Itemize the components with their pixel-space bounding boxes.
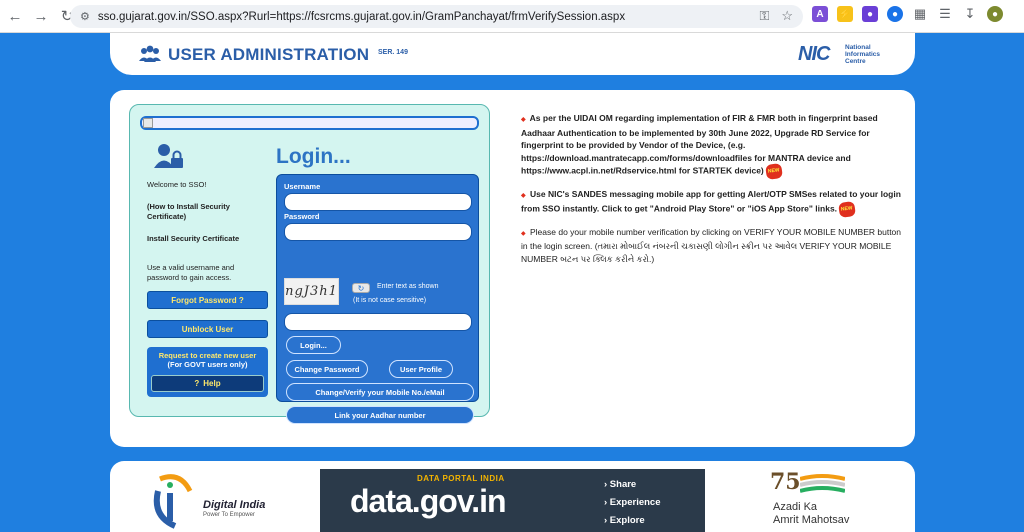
broken-banner-image: [140, 116, 479, 130]
download-icon[interactable]: ↧: [962, 6, 978, 22]
bookmark-star-icon[interactable]: ☆: [781, 8, 793, 24]
extension-a-icon[interactable]: A: [812, 6, 828, 22]
share-link[interactable]: › Share: [604, 479, 636, 490]
data-portal-label: DATA PORTAL INDIA: [417, 474, 505, 483]
request-user-link[interactable]: Request to create new user: [147, 351, 268, 360]
digital-india-logo-icon[interactable]: [150, 471, 200, 529]
change-password-button[interactable]: Change Password: [286, 360, 368, 378]
question-icon: ?: [194, 379, 200, 388]
extensions-area: A ⚡ ● ● ▦ ☰ ↧ ●: [812, 6, 1003, 22]
amrit-line2: Amrit Mahotsav: [773, 514, 850, 526]
extension-circle-icon[interactable]: ●: [887, 6, 903, 22]
site-info-icon[interactable]: ⚙: [80, 10, 90, 23]
password-input[interactable]: [284, 223, 472, 241]
captcha-image: ngJ3h1: [284, 278, 339, 305]
notice-item[interactable]: ◆ As per the UIDAI OM regarding implemen…: [521, 112, 903, 180]
nic-line2: Informatics: [845, 51, 881, 58]
amrit-75-text: 75: [770, 469, 801, 495]
browser-toolbar: ← → ↻ ⚙ sso.gujarat.gov.in/SSO.aspx?Rurl…: [0, 0, 1024, 33]
data-gov-logo: data.gov.in: [350, 483, 507, 519]
install-cert-help-link[interactable]: (How to Install Security Certificate): [147, 202, 257, 222]
govt-only-note: (For GOVT users only): [167, 360, 248, 369]
forward-icon[interactable]: →: [30, 5, 52, 27]
address-bar[interactable]: ⚙ sso.gujarat.gov.in/SSO.aspx?Rurl=https…: [70, 5, 803, 28]
login-button[interactable]: Login...: [286, 336, 341, 354]
explore-link[interactable]: › Explore: [604, 515, 645, 526]
nic-logo: NIC: [798, 43, 830, 65]
captcha-refresh-icon[interactable]: ↻: [352, 283, 370, 293]
username-label: Username: [284, 182, 321, 191]
profile-avatar[interactable]: ●: [987, 6, 1003, 22]
help-button[interactable]: ? Help: [151, 375, 264, 392]
back-icon[interactable]: ←: [4, 5, 26, 27]
login-form: Username Password ngJ3h1 ↻ Enter text as…: [276, 174, 479, 424]
unblock-user-button[interactable]: Unblock User: [147, 320, 268, 338]
server-label: SER. 149: [378, 49, 408, 56]
new-badge: NEW: [765, 162, 783, 180]
broken-image-icon: [143, 118, 153, 128]
extension-drop-icon[interactable]: ●: [862, 6, 878, 22]
new-badge: NEW: [838, 200, 857, 218]
bullet-icon: ◆: [521, 117, 526, 123]
bullet-icon: ◆: [521, 192, 526, 199]
nic-logo-text: National Informatics Centre: [845, 44, 880, 65]
notices-panel: ◆ As per the UIDAI OM regarding implemen…: [521, 112, 903, 274]
username-input[interactable]: [284, 193, 472, 211]
notice-item[interactable]: ◆ Use NIC's SANDES messaging mobile app …: [521, 188, 903, 218]
page-title: USER ADMINISTRATION: [168, 45, 370, 64]
notice-item: ◆ Please do your mobile number verificat…: [521, 226, 903, 266]
url-text: sso.gujarat.gov.in/SSO.aspx?Rurl=https:/…: [97, 10, 626, 23]
verify-mobile-button[interactable]: Change/Verify your Mobile No./eMail: [286, 383, 474, 401]
welcome-text: Welcome to SSO!: [147, 180, 207, 189]
login-hint: Use a valid username and password to gai…: [147, 263, 235, 282]
help-label: Help: [203, 379, 221, 388]
captcha-hint: Enter text as shown: [377, 283, 439, 290]
install-cert-link[interactable]: Install Security Certificate: [147, 234, 239, 244]
captcha-input[interactable]: [284, 313, 472, 331]
extensions-puzzle-icon[interactable]: ▦: [912, 6, 928, 22]
notice-text: Please do your mobile number verificatio…: [521, 226, 902, 264]
user-profile-button[interactable]: User Profile: [389, 360, 453, 378]
experience-link[interactable]: › Experience: [604, 497, 661, 508]
main-content: Login... Welcome to SSO! (How to Install…: [110, 90, 915, 447]
flag-icon: [800, 474, 845, 493]
site-header: USER ADMINISTRATION SER. 149 NIC Nationa…: [110, 33, 915, 75]
login-title: Login...: [276, 145, 351, 168]
link-aadhar-button[interactable]: Link your Aadhar number: [286, 406, 474, 424]
nic-line3: Centre: [845, 58, 866, 65]
users-group-icon: [139, 45, 161, 62]
data-gov-banner[interactable]: DATA PORTAL INDIA data.gov.in › Share › …: [320, 469, 705, 532]
new-user-request-box[interactable]: Request to create new user (For GOVT use…: [147, 347, 268, 397]
nic-line1: National: [845, 44, 871, 51]
bullet-icon: ◆: [521, 230, 526, 237]
reading-list-icon[interactable]: ☰: [937, 6, 953, 22]
login-panel: Login... Welcome to SSO! (How to Install…: [129, 104, 490, 424]
captcha-case-note: (It is not case sensitive): [353, 297, 427, 304]
digital-india-name: Digital India: [203, 499, 266, 511]
notice-text: As per the UIDAI OM regarding implementa…: [521, 113, 878, 176]
password-key-icon[interactable]: ⚿: [759, 8, 769, 24]
footer-banner: Digital India Power To Empower DATA PORT…: [110, 461, 915, 532]
forgot-password-button[interactable]: Forgot Password ?: [147, 291, 268, 309]
user-lock-icon: [154, 144, 183, 168]
amrit-line1: Azadi Ka: [773, 501, 818, 513]
password-label: Password: [284, 212, 320, 221]
digital-india-tagline: Power To Empower: [203, 512, 255, 518]
extension-bolt-icon[interactable]: ⚡: [837, 6, 853, 22]
